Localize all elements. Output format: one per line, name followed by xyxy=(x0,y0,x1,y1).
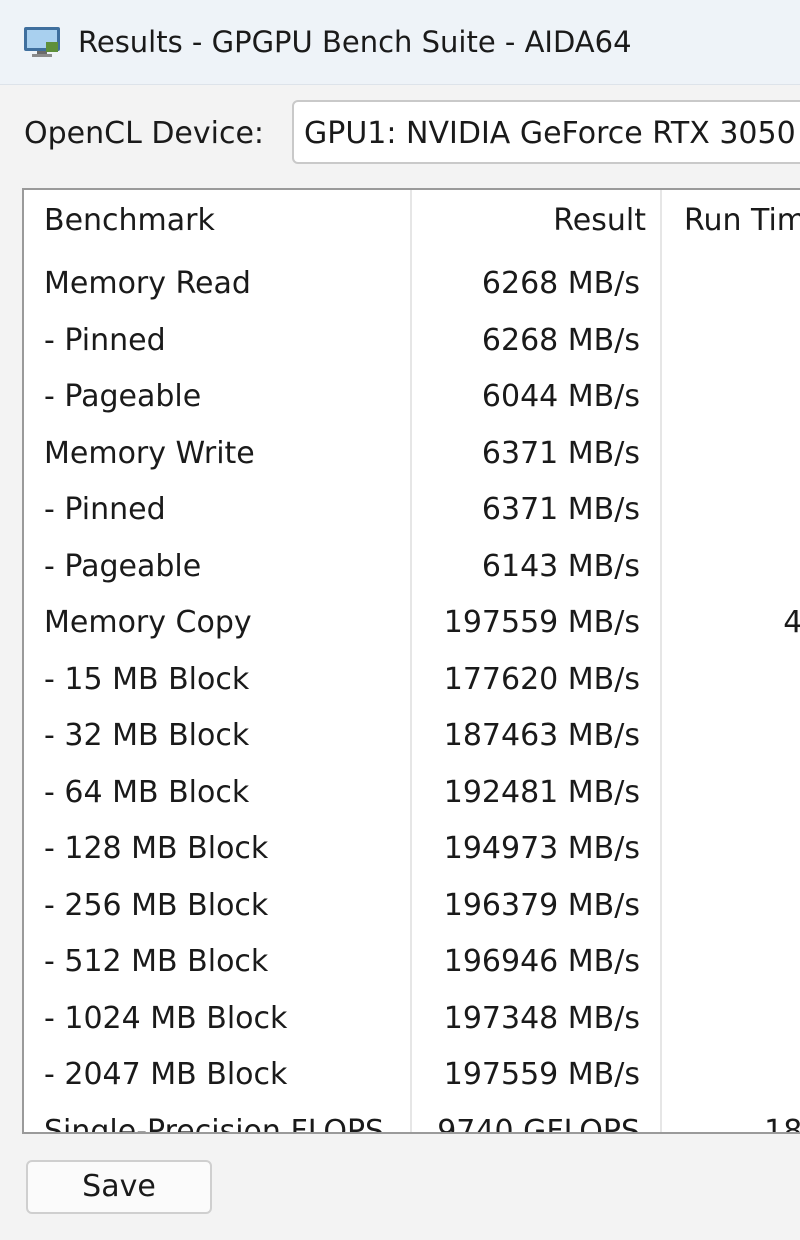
result-cell: 192481 MB/s xyxy=(443,774,640,810)
benchmark-name-cell: - 256 MB Block xyxy=(44,887,269,923)
result-cell: 6268 MB/s xyxy=(481,266,640,301)
result-cell: 196379 MB/s xyxy=(443,887,640,923)
run-time-cell: 0 ms xyxy=(674,708,800,764)
run-time-cell: 18453 ms xyxy=(764,1113,800,1134)
run-time-cell: 0 ms xyxy=(674,652,800,708)
benchmark-name-cell: - 512 MB Block xyxy=(44,944,269,979)
table-row[interactable]: - 32 MB Block 187463 MB/s 0 ms xyxy=(24,708,800,765)
benchmark-name-cell: - Pageable xyxy=(44,379,202,414)
benchmark-name-cell: Memory Read xyxy=(44,266,251,301)
result-cell: 197559 MB/s xyxy=(443,1057,640,1092)
run-time-cell: 5 ms xyxy=(674,369,800,425)
result-cell: 197559 MB/s xyxy=(443,605,640,640)
run-time-cell: 891 ms xyxy=(674,426,800,482)
table-row[interactable]: - Pinned 6268 MB/s 5 ms xyxy=(24,313,800,370)
table-row[interactable]: Memory Read 6268 MB/s 890 ms xyxy=(24,256,800,313)
window-title: Results - GPGPU Bench Suite - AIDA64 xyxy=(78,25,632,59)
run-time-cell: 3 ms xyxy=(674,878,800,934)
table-row[interactable]: - 64 MB Block 192481 MB/s 1 ms xyxy=(24,765,800,822)
column-header-run-time[interactable]: Run Time xyxy=(684,190,800,252)
table-row[interactable]: - 128 MB Block 194973 MB/s 1 ms xyxy=(24,821,800,878)
benchmark-name-cell: Single-Precision FLOPS xyxy=(44,1113,385,1134)
run-time-cell: 1 ms xyxy=(674,765,800,821)
benchmark-name-cell: - 64 MB Block xyxy=(44,774,250,810)
table-row[interactable]: - 512 MB Block 196946 MB/s 5 ms xyxy=(24,934,800,991)
run-time-cell: 5 ms xyxy=(674,313,800,369)
benchmark-name-cell: Memory Copy xyxy=(44,605,252,640)
result-cell: 194973 MB/s xyxy=(443,831,640,866)
monitor-app-icon xyxy=(24,27,60,57)
table-row[interactable]: - 15 MB Block 177620 MB/s 0 ms xyxy=(24,652,800,709)
benchmark-name-cell: - Pinned xyxy=(44,492,166,527)
opencl-device-label: OpenCL Device: xyxy=(24,116,265,151)
table-row[interactable]: - 1024 MB Block 197348 MB/s 10 ms xyxy=(24,991,800,1048)
table-row[interactable]: - 256 MB Block 196379 MB/s 3 ms xyxy=(24,878,800,935)
run-time-cell: 5 ms xyxy=(674,539,800,595)
results-window: Results - GPGPU Bench Suite - AIDA64 Ope… xyxy=(0,0,800,1240)
results-table[interactable]: Benchmark Result Run Time Memory Read 626… xyxy=(22,188,800,1134)
run-time-cell: 21 ms xyxy=(674,1047,800,1103)
run-time-cell: 5 ms xyxy=(674,934,800,990)
table-row[interactable]: - Pageable 6143 MB/s 5 ms xyxy=(24,539,800,596)
result-cell: 6268 MB/s xyxy=(481,322,640,358)
benchmark-name-cell: - 1024 MB Block xyxy=(44,1000,288,1036)
table-row[interactable]: Memory Copy 197559 MB/s 4328 ms xyxy=(24,595,800,652)
result-cell: 6371 MB/s xyxy=(481,435,640,471)
result-cell: 177620 MB/s xyxy=(443,661,640,697)
result-cell: 197348 MB/s xyxy=(443,1000,640,1036)
benchmark-name-cell: - 2047 MB Block xyxy=(44,1057,288,1092)
result-cell: 187463 MB/s xyxy=(443,718,640,753)
run-time-cell: 4328 ms xyxy=(674,595,800,651)
result-cell: 9740 GFLOPS xyxy=(437,1113,640,1134)
result-cell: 196946 MB/s xyxy=(443,944,640,979)
benchmark-name-cell: - 32 MB Block xyxy=(44,718,250,753)
opencl-device-select[interactable]: GPU1: NVIDIA GeForce RTX 3050 xyxy=(292,100,800,164)
result-cell: 6044 MB/s xyxy=(481,379,640,414)
benchmark-name-cell: - 15 MB Block xyxy=(44,661,250,697)
result-cell: 6371 MB/s xyxy=(481,492,640,527)
run-time-cell: 890 ms xyxy=(674,256,800,312)
table-row[interactable]: Single-Precision FLOPS 9740 GFLOPS 18453 m… xyxy=(24,1104,800,1134)
column-header-result[interactable]: Result xyxy=(424,190,646,252)
run-time-cell: 10 ms xyxy=(674,991,800,1047)
run-time-cell: 1 ms xyxy=(674,821,800,877)
benchmark-name-cell: - Pinned xyxy=(44,322,166,358)
table-row[interactable]: - Pageable 6044 MB/s 5 ms xyxy=(24,369,800,426)
benchmark-name-cell: - 128 MB Block xyxy=(44,831,269,866)
save-button[interactable]: Save xyxy=(26,1160,212,1214)
result-cell: 6143 MB/s xyxy=(481,548,640,584)
title-bar: Results - GPGPU Bench Suite - AIDA64 xyxy=(0,0,800,85)
table-row[interactable]: Memory Write 6371 MB/s 891 ms xyxy=(24,426,800,483)
table-row[interactable]: - Pinned 6371 MB/s 5 ms xyxy=(24,482,800,539)
column-header-benchmark[interactable]: Benchmark xyxy=(44,190,215,252)
table-row[interactable]: - 2047 MB Block 197559 MB/s 21 ms xyxy=(24,1047,800,1104)
benchmark-name-cell: Memory Write xyxy=(44,435,255,471)
run-time-cell: 5 ms xyxy=(674,482,800,538)
opencl-device-value: GPU1: NVIDIA GeForce RTX 3050 xyxy=(304,116,796,151)
benchmark-name-cell: - Pageable xyxy=(44,548,202,584)
